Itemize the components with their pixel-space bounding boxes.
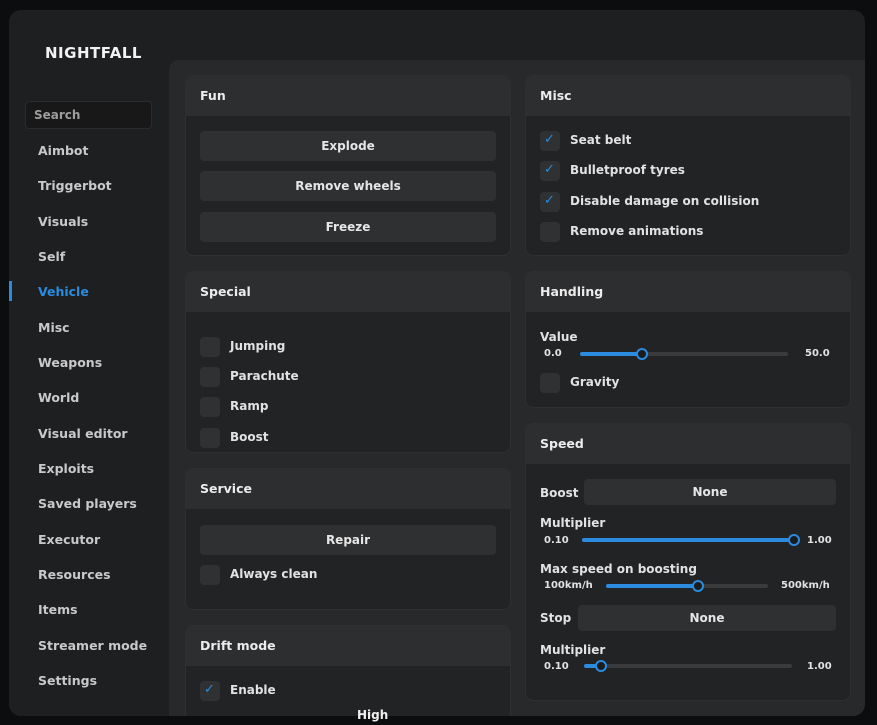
max-speed-slider[interactable] xyxy=(606,580,768,592)
sidebar-item-self[interactable]: Self xyxy=(38,249,65,264)
app-logo: NIGHTFALL xyxy=(45,44,142,62)
handling-panel: Handling Value 0.0 50.0 Gravity xyxy=(525,271,851,408)
sidebar-item-world[interactable]: World xyxy=(38,390,79,405)
slider-thumb[interactable] xyxy=(595,660,607,672)
footer-status: High xyxy=(357,708,389,722)
stop-multiplier-label: Multiplier xyxy=(540,643,606,657)
sidebar-item-streamer-mode[interactable]: Streamer mode xyxy=(38,638,147,653)
slider-thumb[interactable] xyxy=(692,580,704,592)
drift-enable-label: Enable xyxy=(230,683,276,697)
disable-damage-checkbox[interactable]: ✓ xyxy=(540,192,560,212)
app-window: NIGHTFALL Aimbot Triggerbot Visuals Self… xyxy=(9,10,865,716)
boost-key-label: Boost xyxy=(540,486,579,500)
always-clean-label: Always clean xyxy=(230,567,318,581)
misc-panel: Misc ✓ Seat belt ✓ Bulletproof tyres ✓ D… xyxy=(525,75,851,256)
sidebar-item-weapons[interactable]: Weapons xyxy=(38,355,102,370)
jumping-checkbox[interactable] xyxy=(200,337,220,357)
service-panel-title: Service xyxy=(186,469,510,509)
slider-fill xyxy=(580,352,642,356)
sidebar-item-misc[interactable]: Misc xyxy=(38,320,70,335)
ramp-label: Ramp xyxy=(230,399,269,413)
multiplier-slider[interactable] xyxy=(582,534,800,546)
sidebar-item-settings[interactable]: Settings xyxy=(38,673,97,688)
boost-key-select[interactable]: None xyxy=(584,479,836,505)
boost-label: Boost xyxy=(230,430,269,444)
parachute-label: Parachute xyxy=(230,369,299,383)
fun-panel-title: Fun xyxy=(186,76,510,116)
slider-fill xyxy=(606,584,698,588)
handling-value-max: 50.0 xyxy=(805,348,830,359)
multiplier-max: 1.00 xyxy=(807,535,832,546)
slider-fill xyxy=(582,538,794,542)
sidebar-item-triggerbot[interactable]: Triggerbot xyxy=(38,178,112,193)
sidebar-item-visual-editor[interactable]: Visual editor xyxy=(38,426,128,441)
gravity-label: Gravity xyxy=(570,375,620,389)
disable-damage-label: Disable damage on collision xyxy=(570,194,760,208)
bulletproof-tyres-label: Bulletproof tyres xyxy=(570,163,685,177)
boost-checkbox[interactable] xyxy=(200,428,220,448)
fun-panel: Fun Explode Remove wheels Freeze xyxy=(185,75,511,256)
stop-multiplier-max: 1.00 xyxy=(807,661,832,672)
sidebar-item-executor[interactable]: Executor xyxy=(38,532,100,547)
max-speed-label: Max speed on boosting xyxy=(540,562,697,576)
stop-key-select[interactable]: None xyxy=(578,605,836,631)
main-content: Fun Explode Remove wheels Freeze Special… xyxy=(169,60,865,716)
freeze-button[interactable]: Freeze xyxy=(200,212,496,242)
check-icon: ✓ xyxy=(204,682,215,697)
max-speed-max: 500km/h xyxy=(781,580,830,591)
handling-value-slider[interactable] xyxy=(580,348,788,360)
jumping-label: Jumping xyxy=(230,339,286,353)
sidebar: NIGHTFALL Aimbot Triggerbot Visuals Self… xyxy=(9,10,169,716)
special-panel: Special Jumping Parachute Ramp Boost xyxy=(185,271,511,453)
special-panel-title: Special xyxy=(186,272,510,312)
check-icon: ✓ xyxy=(544,162,555,177)
remove-animations-label: Remove animations xyxy=(570,224,704,238)
speed-panel-title: Speed xyxy=(526,424,850,464)
speed-panel: Speed Boost None Multiplier 0.10 1.00 Ma… xyxy=(525,423,851,701)
stop-multiplier-min: 0.10 xyxy=(544,661,569,672)
check-icon: ✓ xyxy=(544,132,555,147)
active-nav-indicator xyxy=(9,281,12,301)
gravity-checkbox[interactable] xyxy=(540,373,560,393)
bulletproof-tyres-checkbox[interactable]: ✓ xyxy=(540,161,560,181)
always-clean-checkbox[interactable] xyxy=(200,565,220,585)
sidebar-item-aimbot[interactable]: Aimbot xyxy=(38,143,89,158)
search-input[interactable] xyxy=(25,101,152,129)
multiplier-min: 0.10 xyxy=(544,535,569,546)
sidebar-item-saved-players[interactable]: Saved players xyxy=(38,496,137,511)
drift-enable-checkbox[interactable]: ✓ xyxy=(200,681,220,701)
misc-panel-title: Misc xyxy=(526,76,850,116)
seat-belt-label: Seat belt xyxy=(570,133,632,147)
sidebar-item-exploits[interactable]: Exploits xyxy=(38,461,94,476)
handling-value-label: Value xyxy=(540,330,578,344)
handling-value-min: 0.0 xyxy=(544,348,562,359)
parachute-checkbox[interactable] xyxy=(200,367,220,387)
sidebar-item-items[interactable]: Items xyxy=(38,602,78,617)
handling-panel-title: Handling xyxy=(526,272,850,312)
check-icon: ✓ xyxy=(544,193,555,208)
remove-wheels-button[interactable]: Remove wheels xyxy=(200,171,496,201)
repair-button[interactable]: Repair xyxy=(200,525,496,555)
sidebar-item-resources[interactable]: Resources xyxy=(38,567,111,582)
seat-belt-checkbox[interactable]: ✓ xyxy=(540,131,560,151)
ramp-checkbox[interactable] xyxy=(200,397,220,417)
sidebar-item-vehicle[interactable]: Vehicle xyxy=(38,284,89,299)
drift-mode-panel-title: Drift mode xyxy=(186,626,510,666)
drift-mode-panel: Drift mode ✓ Enable xyxy=(185,625,511,716)
stop-key-label: Stop xyxy=(540,611,572,625)
multiplier-label: Multiplier xyxy=(540,516,606,530)
explode-button[interactable]: Explode xyxy=(200,131,496,161)
stop-multiplier-slider[interactable] xyxy=(584,660,792,672)
slider-thumb[interactable] xyxy=(636,348,648,360)
remove-animations-checkbox[interactable] xyxy=(540,222,560,242)
service-panel: Service Repair Always clean xyxy=(185,468,511,610)
sidebar-item-visuals[interactable]: Visuals xyxy=(38,214,88,229)
slider-thumb[interactable] xyxy=(788,534,800,546)
max-speed-min: 100km/h xyxy=(544,580,593,591)
